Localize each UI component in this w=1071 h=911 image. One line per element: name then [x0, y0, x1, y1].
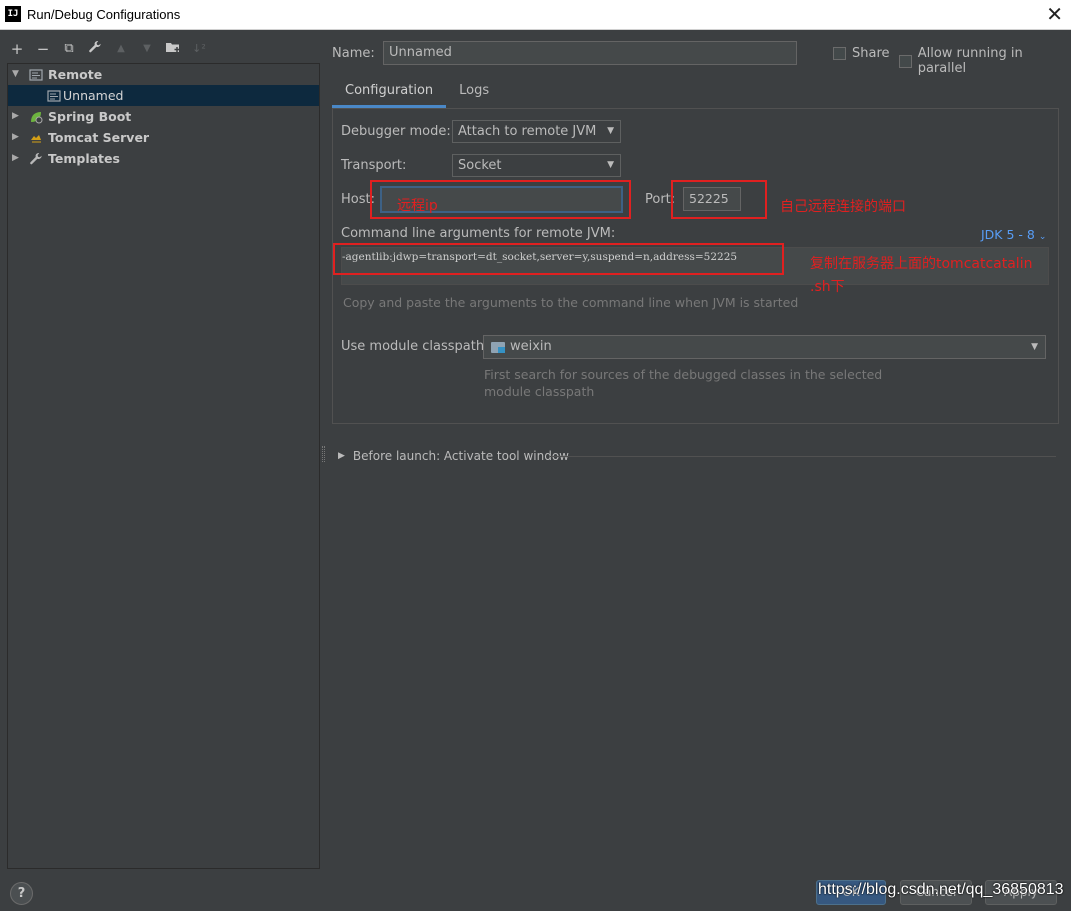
chevron-down-icon: ▼ [1031, 342, 1038, 352]
splitter-grip[interactable] [322, 446, 325, 462]
tree-item-templates[interactable]: ▶ Templates [8, 148, 319, 169]
configuration-tree: ▼ Remote Unnamed ▶ Spring Boot ▶ Tomcat … [7, 63, 320, 869]
wrench-icon [30, 153, 42, 165]
remote-icon [29, 69, 43, 81]
wrench-icon[interactable] [85, 39, 105, 59]
chevron-down-icon: ⌄ [1038, 232, 1047, 242]
tree-item-label: Templates [48, 151, 120, 166]
tree-item-tomcat-server[interactable]: ▶ Tomcat Server [8, 127, 319, 148]
close-icon[interactable]: ✕ [1046, 3, 1063, 25]
before-launch-label: Before launch: Activate tool window [352, 449, 569, 463]
config-tabs: Configuration Logs [332, 78, 502, 108]
module-hint-line2: module classpath [484, 384, 595, 399]
chevron-right-icon[interactable]: ▶ [12, 127, 22, 148]
wrench-icon-svg [89, 41, 101, 53]
move-down-icon[interactable]: ▼ [137, 39, 157, 59]
allow-parallel-checkbox-box[interactable] [899, 54, 912, 68]
jdk-version-label: JDK 5 - 8 [981, 227, 1035, 242]
module-classpath-label: Use module classpath: [341, 339, 489, 354]
copy-icon[interactable]: ⧉ [59, 39, 79, 59]
tab-logs[interactable]: Logs [446, 78, 502, 108]
chevron-down-icon: ▼ [607, 126, 614, 136]
before-launch-divider [550, 456, 1056, 457]
tree-item-label: Tomcat Server [48, 130, 150, 145]
transport-value: Socket [458, 158, 502, 173]
module-classpath-select[interactable]: weixin ▼ [483, 335, 1046, 359]
share-checkbox-box[interactable] [833, 47, 846, 60]
tree-item-unnamed[interactable]: Unnamed [8, 85, 319, 106]
share-checkbox[interactable]: Share [833, 46, 890, 61]
cmd-args-label: Command line arguments for remote JVM: [341, 226, 616, 241]
allow-parallel-label: Allow running in parallel [917, 46, 1023, 76]
host-annotation-text: 远程ip [397, 198, 438, 214]
tree-item-spring-boot[interactable]: ▶ Spring Boot [8, 106, 319, 127]
cmd-annotation-text-line1: 复制在服务器上面的tomcatcatalin [810, 256, 1033, 272]
tree-item-label: Unnamed [63, 88, 124, 103]
transport-select[interactable]: Socket ▼ [452, 154, 621, 177]
move-up-icon[interactable]: ▲ [111, 39, 131, 59]
sort-icon[interactable]: ↓² [189, 39, 209, 59]
cmd-args-hint: Copy and paste the arguments to the comm… [343, 295, 799, 310]
share-label: Share [852, 46, 890, 61]
folder-add-svg [166, 43, 180, 52]
debugger-mode-value: Attach to remote JVM [458, 124, 597, 139]
module-folder-icon [491, 342, 505, 353]
folder-icon[interactable] [163, 39, 183, 59]
tree-item-label: Remote [48, 67, 103, 82]
window-title: Run/Debug Configurations [27, 7, 181, 22]
remove-icon[interactable]: − [33, 39, 53, 59]
title-bar: IJ Run/Debug Configurations ✕ [0, 0, 1071, 30]
cmd-annotation-box [333, 243, 784, 275]
chevron-right-icon[interactable]: ▶ [338, 451, 345, 461]
intellij-app-icon: IJ [5, 6, 21, 22]
help-button[interactable]: ? [10, 882, 33, 905]
chevron-right-icon[interactable]: ▶ [12, 106, 22, 127]
spring-boot-icon [31, 112, 43, 124]
chevron-right-icon[interactable]: ▶ [12, 148, 22, 169]
before-launch-section[interactable]: ▶ Before launch: Activate tool window [338, 449, 569, 463]
transport-label: Transport: [341, 158, 407, 173]
tomcat-icon [31, 135, 41, 143]
module-classpath-value: weixin [510, 339, 552, 354]
debugger-mode-select[interactable]: Attach to remote JVM ▼ [452, 120, 621, 143]
tree-item-label: Spring Boot [48, 109, 132, 124]
watermark-text: https://blog.csdn.net/qq_36850813 [818, 881, 1064, 898]
chevron-down-icon[interactable]: ▼ [12, 64, 22, 85]
name-field[interactable]: Unnamed [383, 41, 797, 65]
add-icon[interactable]: + [7, 39, 27, 59]
debugger-mode-label: Debugger mode: [341, 124, 451, 139]
port-annotation-box [671, 180, 767, 219]
jdk-version-link[interactable]: JDK 5 - 8 ⌄ [981, 227, 1046, 242]
port-annotation-text: 自己远程连接的端口 [780, 199, 906, 215]
name-label: Name: [332, 46, 375, 61]
config-toolbar: + − ⧉ ▲ ▼ ↓² [7, 38, 209, 60]
tree-item-remote[interactable]: ▼ Remote [8, 64, 319, 85]
remote-config-icon [47, 90, 61, 102]
allow-parallel-checkbox[interactable]: Allow running in parallel [899, 46, 1071, 76]
tab-configuration[interactable]: Configuration [332, 78, 447, 108]
chevron-down-icon: ▼ [607, 160, 614, 170]
cmd-annotation-text-line2: .sh下 [810, 279, 845, 295]
module-hint-line1: First search for sources of the debugged… [484, 367, 883, 382]
